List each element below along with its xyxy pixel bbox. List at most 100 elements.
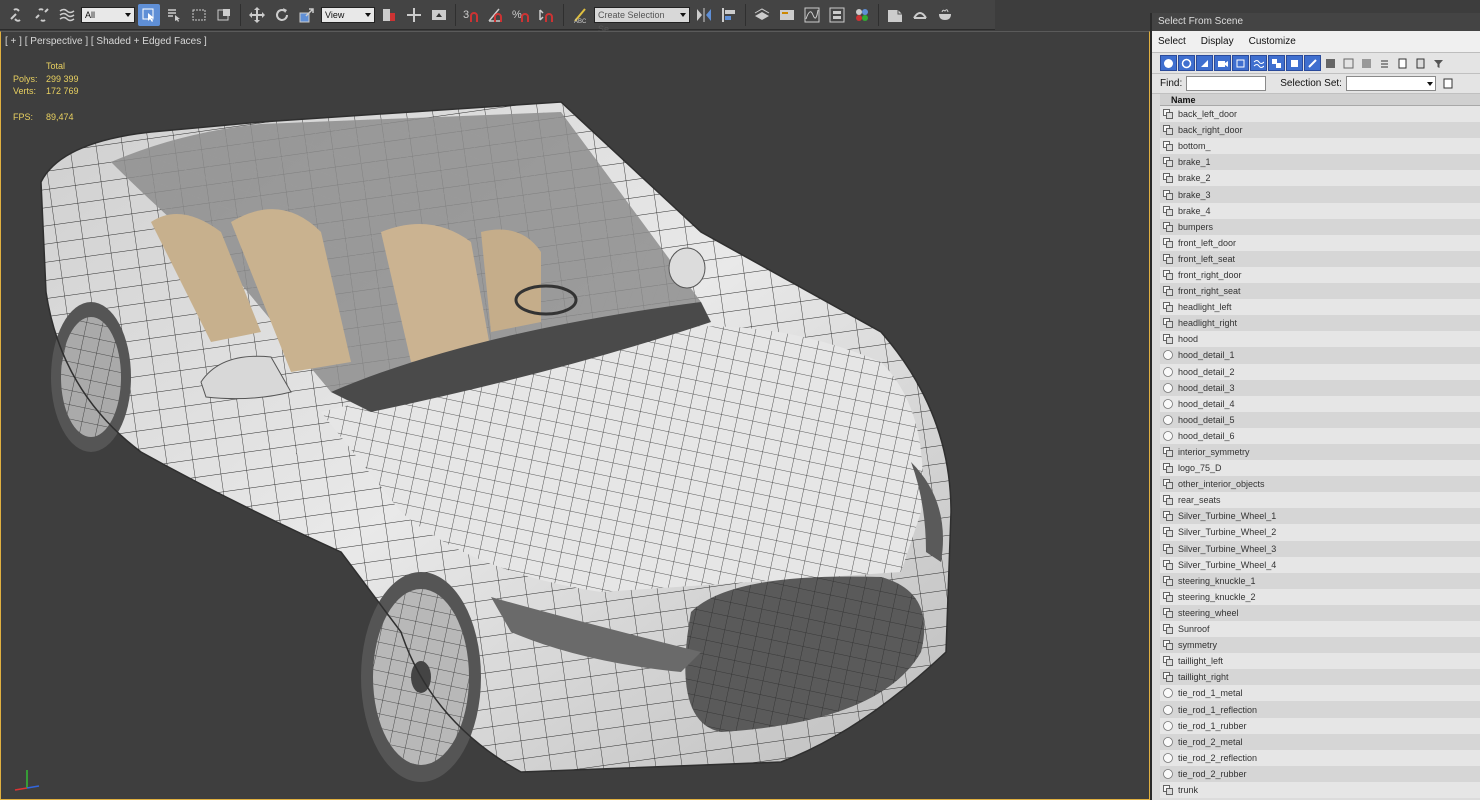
display-none-icon[interactable]	[1340, 55, 1357, 71]
named-selection-set-dropdown[interactable]: Create Selection Se	[594, 6, 690, 34]
scene-object-item[interactable]: brake_4	[1160, 202, 1480, 219]
scene-object-item[interactable]: steering_knuckle_2	[1160, 588, 1480, 605]
select-none-icon[interactable]	[1394, 55, 1411, 71]
rect-selection-region-icon[interactable]	[188, 4, 210, 26]
unlink-icon[interactable]	[31, 4, 53, 26]
scene-object-item[interactable]: tie_rod_1_rubber	[1160, 717, 1480, 734]
filter-icon[interactable]	[1430, 55, 1447, 71]
scene-object-item[interactable]: tie_rod_1_metal	[1160, 685, 1480, 702]
render-production-icon[interactable]	[934, 4, 956, 26]
edit-named-selection-icon[interactable]: ABC	[569, 4, 591, 26]
scene-object-item[interactable]: brake_1	[1160, 154, 1480, 171]
scene-object-item[interactable]: hood_detail_6	[1160, 427, 1480, 444]
bones-filter-icon[interactable]	[1304, 55, 1321, 71]
scene-object-item[interactable]: headlight_left	[1160, 299, 1480, 316]
pivot-center-icon[interactable]	[378, 4, 400, 26]
space-warps-filter-icon[interactable]	[1250, 55, 1267, 71]
rendered-frame-window-icon[interactable]	[909, 4, 931, 26]
material-editor-icon[interactable]	[851, 4, 873, 26]
scene-object-item[interactable]: brake_3	[1160, 186, 1480, 203]
scene-object-item[interactable]: steering_knuckle_1	[1160, 572, 1480, 589]
helpers-filter-icon[interactable]	[1232, 55, 1249, 71]
scene-object-item[interactable]: hood_detail_1	[1160, 347, 1480, 364]
select-manipulate-icon[interactable]	[403, 4, 425, 26]
scene-object-item[interactable]: rear_seats	[1160, 492, 1480, 509]
scale-icon[interactable]	[296, 4, 318, 26]
render-setup-icon[interactable]	[884, 4, 906, 26]
window-crossing-icon[interactable]	[213, 4, 235, 26]
perspective-viewport[interactable]: [ + ] [ Perspective ] [ Shaded + Edged F…	[0, 31, 1150, 800]
scene-object-item[interactable]: front_left_door	[1160, 234, 1480, 251]
keyboard-shortcut-override-icon[interactable]	[428, 4, 450, 26]
shapes-filter-icon[interactable]	[1178, 55, 1195, 71]
scene-object-item[interactable]: Silver_Turbine_Wheel_3	[1160, 540, 1480, 557]
name-column-header[interactable]: Name	[1160, 94, 1480, 106]
scene-object-item[interactable]: back_right_door	[1160, 122, 1480, 139]
scene-object-item[interactable]: bottom_	[1160, 138, 1480, 155]
move-icon[interactable]	[246, 4, 268, 26]
selection-filter-dropdown[interactable]: All	[81, 6, 135, 23]
selection-set-dropdown[interactable]	[1345, 76, 1436, 91]
scene-object-item[interactable]: front_left_seat	[1160, 250, 1480, 267]
scene-object-item[interactable]: taillight_right	[1160, 669, 1480, 686]
scene-object-item[interactable]: interior_symmetry	[1160, 443, 1480, 461]
geometry-filter-icon[interactable]	[1160, 55, 1177, 71]
invert-display-icon[interactable]	[1358, 55, 1375, 71]
scene-object-item[interactable]: symmetry	[1160, 637, 1480, 654]
viewport-label[interactable]: [ + ] [ Perspective ] [ Shaded + Edged F…	[5, 36, 207, 47]
scene-object-item[interactable]: hood_detail_5	[1160, 411, 1480, 428]
scene-object-item[interactable]: front_right_door	[1160, 266, 1480, 284]
snaps-toggle-icon[interactable]: 3	[461, 4, 483, 26]
scene-object-item[interactable]: back_left_door	[1160, 106, 1480, 123]
menu-select[interactable]: Select	[1158, 36, 1186, 47]
scene-object-item[interactable]: hood_detail_2	[1160, 363, 1480, 380]
scene-object-item[interactable]: logo_75_D	[1160, 460, 1480, 477]
scene-object-item[interactable]: hood	[1160, 331, 1480, 348]
angle-snap-icon[interactable]	[486, 4, 508, 26]
menu-display[interactable]: Display	[1201, 36, 1234, 47]
link-icon[interactable]	[6, 4, 28, 26]
find-input[interactable]	[1186, 76, 1267, 91]
scene-object-item[interactable]: hood_detail_3	[1160, 379, 1480, 396]
select-invert-icon[interactable]	[1412, 55, 1429, 71]
scene-object-item[interactable]: bumpers	[1160, 218, 1480, 235]
schematic-view-icon[interactable]	[826, 4, 848, 26]
groups-filter-icon[interactable]	[1268, 55, 1285, 71]
scene-object-item[interactable]: other_interior_objects	[1160, 476, 1480, 493]
manage-layers-icon[interactable]	[751, 4, 773, 26]
scene-object-item[interactable]: headlight_right	[1160, 315, 1480, 332]
align-icon[interactable]	[718, 4, 740, 26]
select-object-icon[interactable]	[138, 3, 160, 26]
scene-object-item[interactable]: hood_detail_4	[1160, 395, 1480, 412]
spinner-snap-icon[interactable]	[536, 4, 558, 26]
xrefs-filter-icon[interactable]	[1286, 55, 1303, 71]
scene-object-item[interactable]: tie_rod_2_metal	[1160, 733, 1480, 750]
mirror-icon[interactable]	[693, 4, 715, 26]
scene-object-item[interactable]: Silver_Turbine_Wheel_1	[1160, 508, 1480, 525]
percent-snap-icon[interactable]: %	[511, 4, 533, 26]
scene-object-item[interactable]: Sunroof	[1160, 621, 1480, 638]
scene-object-item[interactable]: steering_wheel	[1160, 604, 1480, 621]
lights-filter-icon[interactable]	[1196, 55, 1213, 71]
panel-title[interactable]: Select From Scene	[1152, 13, 1480, 31]
scene-object-item[interactable]: tie_rod_1_reflection	[1160, 701, 1480, 718]
car-wireframe-model[interactable]	[1, 32, 1150, 800]
scene-object-item[interactable]: Silver_Turbine_Wheel_2	[1160, 524, 1480, 541]
scene-object-item[interactable]: tie_rod_2_rubber	[1160, 765, 1480, 782]
scene-object-item[interactable]: taillight_left	[1160, 653, 1480, 670]
scene-object-item[interactable]: tie_rod_2_reflection	[1160, 749, 1480, 766]
menu-customize[interactable]: Customize	[1249, 36, 1296, 47]
scene-object-item[interactable]: front_right_seat	[1160, 283, 1480, 300]
select-all-icon[interactable]	[1376, 55, 1393, 71]
scene-object-item[interactable]: trunk	[1160, 781, 1480, 799]
scene-explorer-toggle-icon[interactable]	[776, 4, 798, 26]
select-by-name-icon[interactable]	[163, 4, 185, 26]
scene-object-item[interactable]: Silver_Turbine_Wheel_4	[1160, 556, 1480, 573]
reference-coord-dropdown[interactable]: View	[321, 6, 375, 23]
rotate-icon[interactable]	[271, 4, 293, 26]
cameras-filter-icon[interactable]	[1214, 55, 1231, 71]
display-all-icon[interactable]	[1322, 55, 1339, 71]
bind-space-warp-icon[interactable]	[56, 4, 78, 26]
scene-object-item[interactable]: brake_2	[1160, 170, 1480, 187]
edit-set-icon[interactable]	[1439, 75, 1457, 92]
